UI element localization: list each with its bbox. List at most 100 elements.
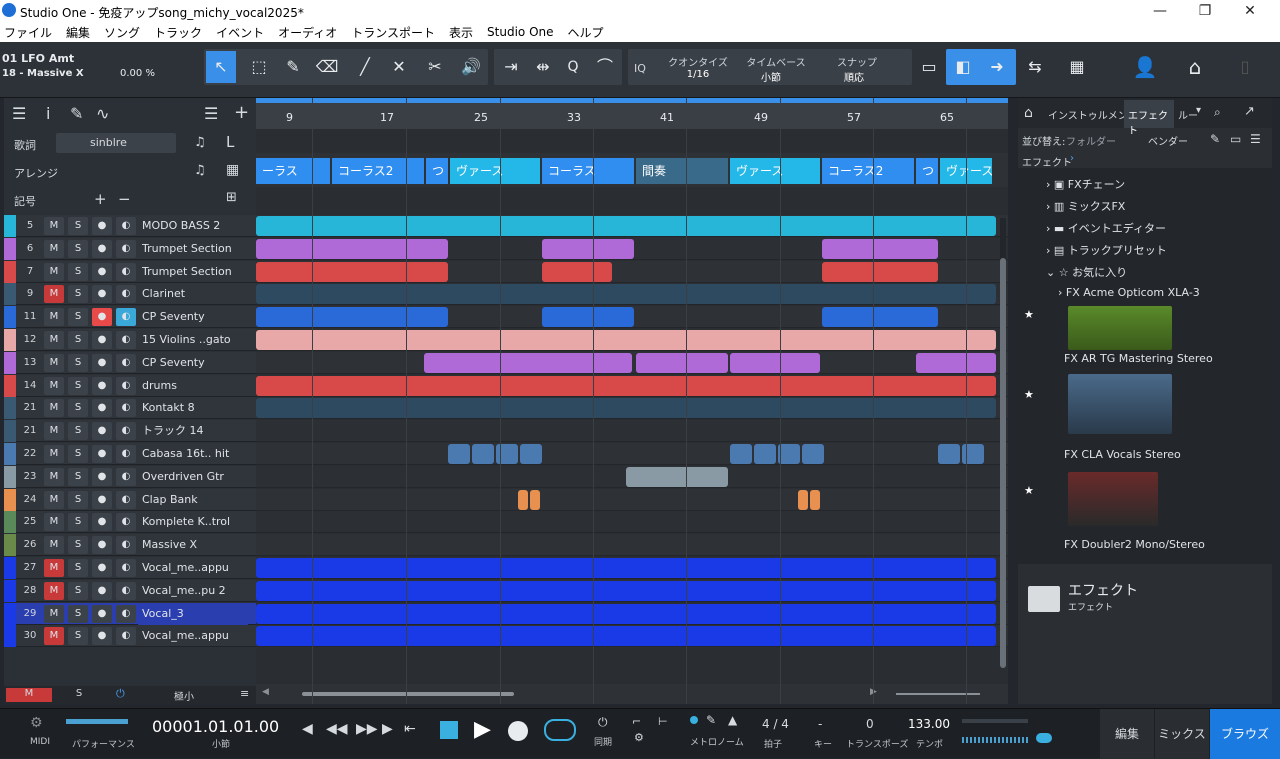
event-clip[interactable] xyxy=(256,580,996,601)
record-arm-button[interactable]: ● xyxy=(92,513,112,532)
arranger-section[interactable]: コーラス2 xyxy=(332,158,424,184)
event-clip[interactable] xyxy=(518,489,528,510)
split-tool-icon[interactable]: ✂ xyxy=(420,51,450,83)
track-color-swatch[interactable] xyxy=(4,306,16,329)
edit-view-button[interactable]: 編集 xyxy=(1100,709,1154,759)
eraser-tool-icon[interactable]: ⌫ xyxy=(312,51,342,83)
track-color-swatch[interactable] xyxy=(4,602,16,625)
event-clip[interactable] xyxy=(730,444,752,464)
solo-button[interactable]: S xyxy=(68,285,88,304)
track-color-swatch[interactable] xyxy=(4,329,16,351)
scroll-left-icon[interactable]: ◀ xyxy=(262,687,269,697)
fav-item-cla-vocals[interactable]: FX CLA Vocals Stereo xyxy=(1064,448,1181,461)
menu-song[interactable]: ソング xyxy=(104,24,140,41)
arrow-tool-icon[interactable]: ↖ xyxy=(206,51,236,83)
horizontal-scroll-thumb[interactable] xyxy=(302,692,514,696)
range-tool-icon[interactable]: ⬚ xyxy=(244,51,274,83)
loop-button[interactable] xyxy=(544,719,576,741)
sort-folder-option[interactable]: フォルダー xyxy=(1066,133,1116,148)
monitor-button[interactable]: ◐ xyxy=(116,536,136,555)
favorite-star-icon[interactable]: ★ xyxy=(1024,484,1034,497)
solo-button[interactable]: S xyxy=(68,262,88,281)
quantize-select[interactable]: 1/16 xyxy=(668,69,728,80)
metro-settings-icon[interactable]: ⚙ xyxy=(634,731,644,744)
rewind-icon[interactable]: ◀◀ xyxy=(326,721,348,737)
browser-tools-icon[interactable]: ✎ xyxy=(1210,132,1220,146)
record-arm-button[interactable]: ● xyxy=(92,239,112,258)
track-name[interactable]: Komplete K..trol xyxy=(138,511,248,533)
time-unit-select[interactable]: 小節 xyxy=(212,737,230,750)
monitor-button[interactable]: ◐ xyxy=(116,559,136,577)
iq-button[interactable]: IQ xyxy=(634,62,646,75)
record-arm-button[interactable]: ● xyxy=(92,536,112,555)
monitor-button[interactable]: ◐ xyxy=(116,262,136,281)
stretch-tool-icon[interactable]: ⇹ xyxy=(528,51,558,83)
event-clip[interactable] xyxy=(256,284,996,305)
grid-menu-icon[interactable]: ▦ xyxy=(1062,51,1092,83)
bend-tool-icon[interactable]: ⇥ xyxy=(496,51,526,83)
mute-button[interactable]: M xyxy=(44,217,64,235)
track-lane[interactable] xyxy=(256,534,1008,557)
plugin-thumbnail[interactable] xyxy=(1068,306,1172,350)
browser-home-icon[interactable]: ⌂ xyxy=(1024,105,1033,121)
track-color-swatch[interactable] xyxy=(4,420,16,443)
plugin-thumbnail[interactable] xyxy=(1068,374,1172,434)
event-clip[interactable] xyxy=(256,603,996,624)
mute-button[interactable]: M xyxy=(44,490,64,509)
mute-button[interactable]: M xyxy=(44,581,64,600)
monitor-icon[interactable]: ⏻ xyxy=(116,687,125,701)
track-name[interactable]: Vocal_me..appu xyxy=(138,625,248,647)
event-clip[interactable] xyxy=(636,352,728,373)
event-clip[interactable] xyxy=(754,444,776,464)
record-arm-button[interactable]: ● xyxy=(92,217,112,235)
track-header[interactable]: 12 M S ● ◐ 15 Violins ..gato xyxy=(4,329,256,351)
record-arm-button[interactable]: ● xyxy=(92,353,112,372)
arranger-section[interactable]: つ xyxy=(426,158,448,184)
favorite-star-icon[interactable]: ★ xyxy=(1024,308,1034,321)
forward-end-icon[interactable]: ▶ xyxy=(382,721,393,737)
event-clip[interactable] xyxy=(256,307,448,328)
tree-item-event-editor[interactable]: › ▬ イベントエディター xyxy=(1046,220,1166,236)
monitor-button[interactable]: ◐ xyxy=(116,217,136,235)
mix-view-button[interactable]: ミックス xyxy=(1155,709,1209,759)
track-color-swatch[interactable] xyxy=(4,557,16,579)
event-clip[interactable] xyxy=(256,626,996,647)
track-name[interactable]: Clap Bank xyxy=(138,489,248,511)
monitor-button[interactable]: ◐ xyxy=(116,467,136,486)
snap-toggle-icon[interactable]: ▭ xyxy=(914,51,944,83)
event-clip[interactable] xyxy=(798,489,808,510)
global-mute-button[interactable]: M xyxy=(6,688,52,702)
solo-button[interactable]: S xyxy=(68,376,88,395)
track-header[interactable]: 21 M S ● ◐ トラック 14 xyxy=(4,420,256,443)
track-header[interactable]: 28 M S ● ◐ Vocal_me..pu 2 xyxy=(4,579,256,602)
vertical-scrollbar[interactable] xyxy=(1000,218,1006,668)
timebase-select[interactable]: 小節 xyxy=(746,69,796,84)
event-clip[interactable] xyxy=(938,444,960,464)
monitor-button[interactable]: ◐ xyxy=(116,331,136,349)
track-name[interactable]: Massive X xyxy=(138,534,248,556)
track-lane[interactable] xyxy=(256,579,1008,602)
event-clip[interactable] xyxy=(542,238,634,259)
mute-button[interactable]: M xyxy=(44,376,64,395)
track-color-swatch[interactable] xyxy=(4,260,16,283)
track-lane[interactable] xyxy=(256,283,1008,306)
zoom-slider[interactable] xyxy=(896,693,980,695)
menu-track[interactable]: トラック xyxy=(154,24,202,41)
solo-button[interactable]: S xyxy=(68,627,88,646)
menu-studio-one[interactable]: Studio One xyxy=(487,25,553,39)
menu-transport[interactable]: トランスポート xyxy=(351,24,435,41)
split-view-icon[interactable]: ⇆ xyxy=(1020,51,1050,83)
mute-button[interactable]: M xyxy=(44,308,64,327)
monitor-button[interactable]: ◐ xyxy=(116,239,136,258)
tree-item-favorites[interactable]: ⌄ ☆ お気に入り xyxy=(1046,264,1127,280)
track-color-swatch[interactable] xyxy=(4,215,16,237)
mute-button[interactable]: M xyxy=(44,604,64,623)
track-lane[interactable] xyxy=(256,465,1008,488)
event-clip[interactable] xyxy=(256,558,996,578)
track-name[interactable]: Trumpet Section xyxy=(138,238,248,260)
arranger-section[interactable]: 間奏 xyxy=(636,158,728,184)
solo-button[interactable]: S xyxy=(68,239,88,258)
tab-effects[interactable]: エフェクト xyxy=(1124,100,1174,137)
browser-view-icon[interactable]: ▭ xyxy=(1230,132,1241,146)
mute-button[interactable]: M xyxy=(44,513,64,532)
